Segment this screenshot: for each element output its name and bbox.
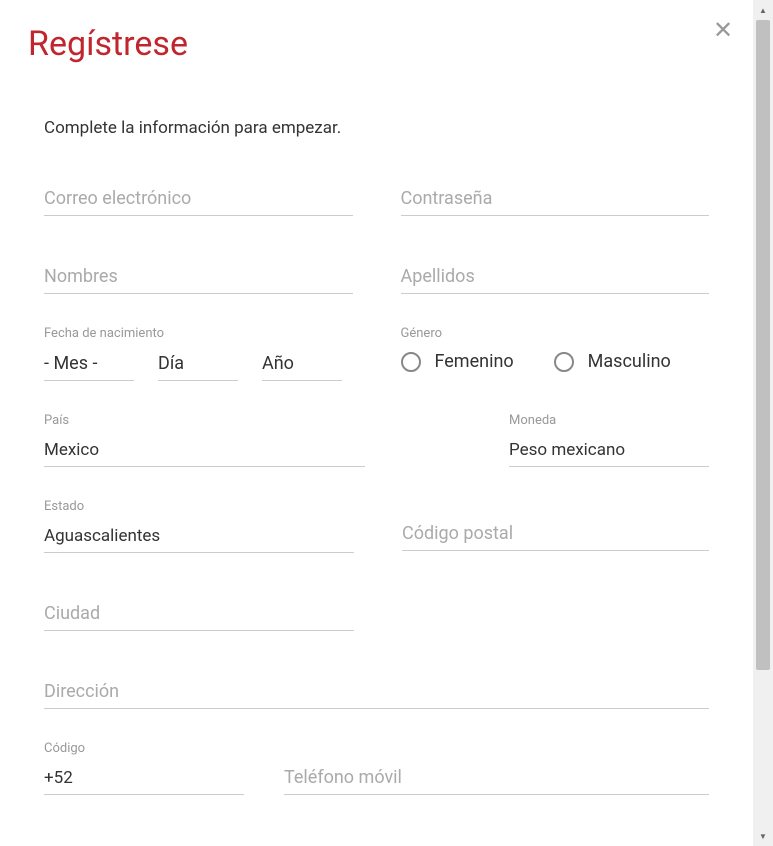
register-modal: ✕ Regístrese Complete la información par… [0,0,753,846]
surnames-field[interactable] [401,260,710,294]
scroll-down-icon[interactable]: ▼ [756,828,770,844]
address-field[interactable] [44,675,709,709]
modal-title: Regístrese [28,24,709,64]
country-label: País [44,413,365,428]
email-field[interactable] [44,182,353,216]
register-form: Fecha de nacimiento - Mes - Día Año [44,182,709,795]
close-icon: ✕ [713,18,733,42]
country-field[interactable] [44,434,365,467]
currency-label: Moneda [509,413,709,428]
password-field[interactable] [401,182,710,216]
scrollbar[interactable]: ▲ ▼ [753,0,773,846]
dob-day-select[interactable]: Día [158,347,238,381]
scrollbar-thumb[interactable] [756,20,770,670]
code-field[interactable] [44,762,244,795]
dob-label: Fecha de nacimiento [44,326,353,341]
state-field[interactable] [44,520,354,553]
gender-female-label: Femenino [435,351,514,372]
state-label: Estado [44,499,354,514]
close-button[interactable]: ✕ [711,18,735,42]
modal-subtitle: Complete la información para empezar. [44,118,709,138]
city-field[interactable] [44,597,354,631]
gender-female-radio[interactable] [401,352,421,372]
code-label: Código [44,741,244,756]
names-field[interactable] [44,260,353,294]
scroll-up-icon[interactable]: ▲ [756,2,770,18]
gender-male-label: Masculino [588,351,671,372]
dob-month-select[interactable]: - Mes - [44,347,134,381]
phone-field[interactable] [284,761,709,795]
gender-label: Género [401,326,710,341]
currency-field[interactable] [509,434,709,467]
postal-field[interactable] [402,517,709,551]
gender-male-radio[interactable] [554,352,574,372]
dob-year-select[interactable]: Año [262,347,342,381]
